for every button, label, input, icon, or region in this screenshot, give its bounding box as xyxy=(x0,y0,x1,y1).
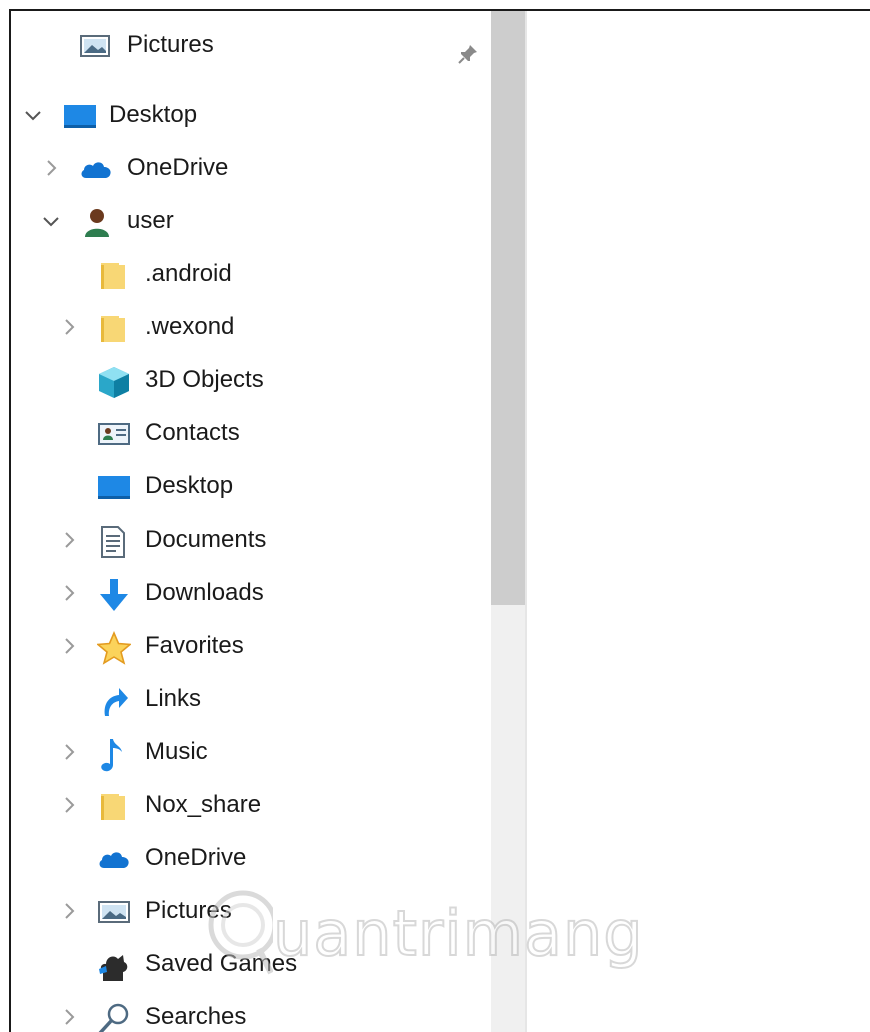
searches-icon xyxy=(97,1002,129,1032)
nav-item-label: user xyxy=(127,207,174,234)
nav-item-desktop[interactable]: Desktop xyxy=(11,462,491,510)
nav-item-label: Downloads xyxy=(145,579,264,606)
nav-item-music[interactable]: Music xyxy=(11,728,491,776)
nav-item-onedrive[interactable]: OneDrive xyxy=(11,834,491,882)
documents-icon xyxy=(97,525,129,558)
pictures-icon xyxy=(79,30,111,62)
nav-item-label: Contacts xyxy=(145,419,240,446)
user-icon xyxy=(81,206,113,238)
nav-item-label: Favorites xyxy=(145,632,244,659)
downloads-icon xyxy=(97,578,129,611)
nav-item-user[interactable]: user xyxy=(11,197,491,245)
scroll-thumb[interactable] xyxy=(491,11,525,605)
nav-item-label: Documents xyxy=(145,526,267,553)
folder-icon xyxy=(97,312,129,344)
nav-item-quick-pictures[interactable]: Pictures xyxy=(11,21,491,69)
nav-item-onedrive[interactable]: OneDrive xyxy=(11,144,491,192)
desktop-icon xyxy=(97,471,130,503)
nav-item-label: .android xyxy=(145,260,232,287)
chevron-right-icon[interactable] xyxy=(59,636,79,656)
nav-item-label: 3D Objects xyxy=(145,366,264,393)
chevron-right-icon[interactable] xyxy=(59,317,79,337)
chevron-right-icon[interactable] xyxy=(59,530,79,550)
music-icon xyxy=(97,737,129,772)
nav-item-saved-games[interactable]: Saved Games xyxy=(11,940,491,988)
nav-item-3d-objects[interactable]: 3D Objects xyxy=(11,356,491,404)
navigation-pane: Pictures Desktop OneDrive user .android … xyxy=(11,11,491,1032)
nav-item-documents[interactable]: Documents xyxy=(11,516,491,564)
pictures-icon xyxy=(97,896,130,928)
chevron-down-icon[interactable] xyxy=(41,211,61,231)
desktop-icon xyxy=(63,100,96,132)
onedrive-icon xyxy=(97,843,129,875)
nav-item-label: OneDrive xyxy=(127,154,229,181)
chevron-right-icon[interactable] xyxy=(59,1007,79,1027)
onedrive-icon xyxy=(79,153,111,185)
nav-scrollbar[interactable] xyxy=(491,11,525,1032)
nav-item-pictures[interactable]: Pictures xyxy=(11,887,491,935)
nav-item-contacts[interactable]: Contacts xyxy=(11,409,491,457)
nav-item-links[interactable]: Links xyxy=(11,675,491,723)
chevron-right-icon[interactable] xyxy=(59,583,79,603)
folder-icon xyxy=(97,259,129,291)
nav-item-nox-share[interactable]: Nox_share xyxy=(11,781,491,829)
nav-item-searches[interactable]: Searches xyxy=(11,993,491,1032)
nav-item-label: OneDrive xyxy=(145,844,247,871)
links-icon xyxy=(97,684,129,716)
nav-item-desktop[interactable]: Desktop xyxy=(11,91,491,139)
chevron-right-icon[interactable] xyxy=(59,901,79,921)
chevron-right-icon[interactable] xyxy=(59,795,79,815)
nav-item-wexond[interactable]: .wexond xyxy=(11,303,491,351)
nav-item-android[interactable]: .android xyxy=(11,250,491,298)
chevron-down-icon[interactable] xyxy=(23,105,43,125)
content-pane[interactable] xyxy=(527,11,870,1032)
nav-item-label: Desktop xyxy=(145,472,234,499)
pin-icon[interactable] xyxy=(457,43,479,65)
nav-item-label: Pictures xyxy=(127,31,214,58)
nav-item-label: Desktop xyxy=(109,101,198,128)
contacts-icon xyxy=(97,418,130,450)
nav-item-favorites[interactable]: Favorites xyxy=(11,622,491,670)
nav-item-label: Searches xyxy=(145,1003,247,1030)
chevron-right-icon[interactable] xyxy=(59,742,79,762)
explorer-window: Pictures Desktop OneDrive user .android … xyxy=(9,9,870,1032)
saved-games-icon xyxy=(97,949,129,981)
favorites-icon xyxy=(97,631,131,665)
nav-item-downloads[interactable]: Downloads xyxy=(11,569,491,617)
nav-item-label: Pictures xyxy=(145,897,232,924)
chevron-right-icon[interactable] xyxy=(41,158,61,178)
nav-item-label: Music xyxy=(145,738,208,765)
folder-icon xyxy=(97,790,129,822)
nav-item-label: .wexond xyxy=(145,313,235,340)
nav-item-label: Links xyxy=(145,685,202,712)
nav-item-label: Saved Games xyxy=(145,950,298,977)
3d-objects-icon xyxy=(97,365,129,398)
nav-item-label: Nox_share xyxy=(145,791,262,818)
